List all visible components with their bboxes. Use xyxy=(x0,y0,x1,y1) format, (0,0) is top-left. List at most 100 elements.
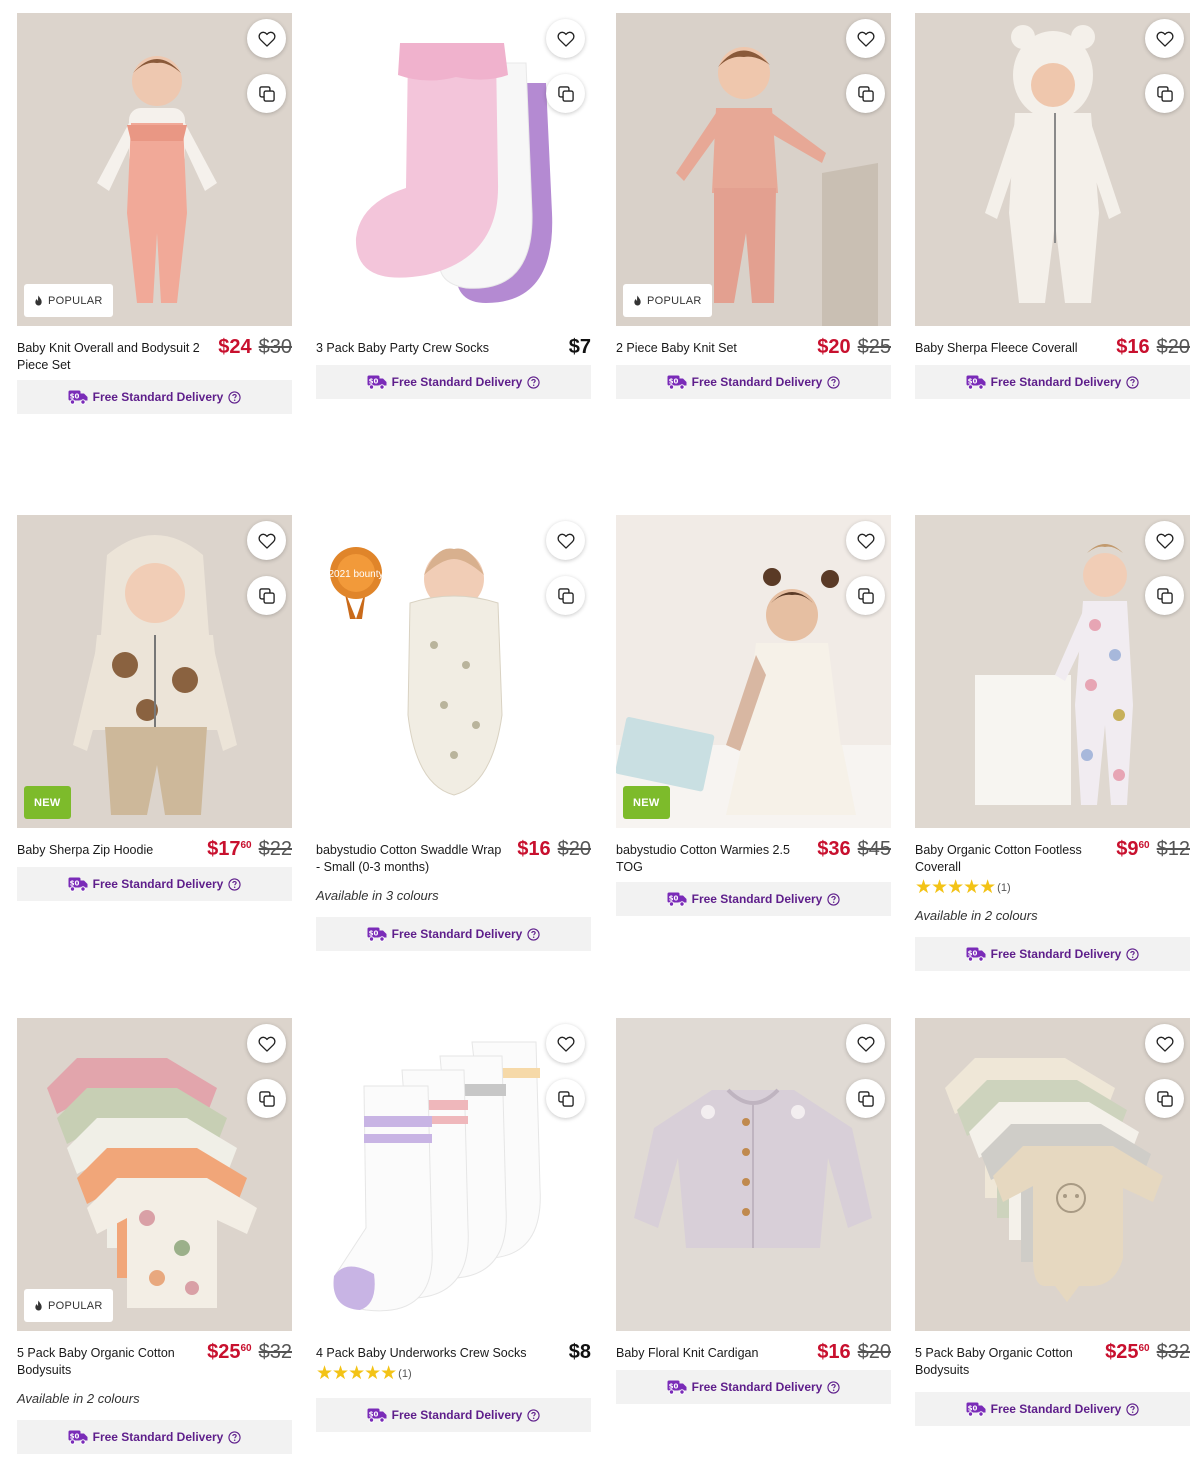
product-title[interactable]: 2 Piece Baby Knit Set xyxy=(616,340,804,357)
product-card[interactable]: Baby Floral Knit Cardigan $16 $20 Free S… xyxy=(616,1018,891,1404)
product-title[interactable]: 5 Pack Baby Organic Cotton Bodysuits xyxy=(915,1345,1103,1379)
product-card[interactable]: POPULAR Baby Knit Overall and Bodysuit 2… xyxy=(17,13,292,414)
free-delivery-banner[interactable]: Free Standard Delivery xyxy=(316,1398,591,1432)
help-icon[interactable] xyxy=(527,928,540,941)
free-delivery-banner[interactable]: Free Standard Delivery xyxy=(915,1392,1190,1426)
wishlist-button[interactable] xyxy=(846,521,885,560)
product-card[interactable]: POPULAR 5 Pack Baby Organic Cotton Bodys… xyxy=(17,1018,292,1454)
compare-button[interactable] xyxy=(546,576,585,615)
compare-icon xyxy=(856,84,876,104)
product-image[interactable]: POPULAR xyxy=(17,1018,292,1331)
delivery-truck-icon xyxy=(367,926,387,942)
wishlist-button[interactable] xyxy=(546,521,585,560)
compare-button[interactable] xyxy=(846,74,885,113)
help-icon[interactable] xyxy=(1126,948,1139,961)
product-title[interactable]: Baby Sherpa Zip Hoodie xyxy=(17,842,205,859)
product-card[interactable]: Baby Sherpa Fleece Coverall $16 $20 Free… xyxy=(915,13,1190,399)
compare-icon xyxy=(556,1089,576,1109)
popular-badge: POPULAR xyxy=(24,284,113,317)
product-title[interactable]: Baby Organic Cotton Footless Coverall xyxy=(915,842,1103,876)
wishlist-button[interactable] xyxy=(1145,1024,1184,1063)
wishlist-button[interactable] xyxy=(846,19,885,58)
compare-button[interactable] xyxy=(1145,576,1184,615)
product-image[interactable] xyxy=(316,13,591,326)
product-title[interactable]: 3 Pack Baby Party Crew Socks xyxy=(316,340,504,357)
wishlist-button[interactable] xyxy=(846,1024,885,1063)
product-image[interactable]: POPULAR xyxy=(616,13,891,326)
wishlist-button[interactable] xyxy=(247,1024,286,1063)
compare-button[interactable] xyxy=(546,74,585,113)
compare-icon xyxy=(556,586,576,606)
wishlist-button[interactable] xyxy=(1145,521,1184,560)
product-image[interactable] xyxy=(915,515,1190,828)
product-image[interactable]: POPULAR xyxy=(17,13,292,326)
help-icon[interactable] xyxy=(527,376,540,389)
free-delivery-banner[interactable]: Free Standard Delivery xyxy=(316,917,591,951)
compare-button[interactable] xyxy=(846,576,885,615)
product-image[interactable]: NEW xyxy=(616,515,891,828)
product-card[interactable]: NEW Baby Sherpa Zip Hoodie $17 60 $22 Fr… xyxy=(17,515,292,901)
product-title[interactable]: Baby Floral Knit Cardigan xyxy=(616,1345,804,1362)
product-title[interactable]: Baby Sherpa Fleece Coverall xyxy=(915,340,1103,357)
compare-button[interactable] xyxy=(247,74,286,113)
sale-price: $25 xyxy=(207,1341,241,1363)
product-title[interactable]: babystudio Cotton Swaddle Wrap - Small (… xyxy=(316,842,504,876)
help-icon[interactable] xyxy=(827,376,840,389)
product-card[interactable]: POPULAR 2 Piece Baby Knit Set $20 $25 Fr… xyxy=(616,13,891,399)
product-card[interactable]: 4 Pack Baby Underworks Crew Socks $8 ★★★… xyxy=(316,1018,591,1432)
compare-button[interactable] xyxy=(247,1079,286,1118)
product-image[interactable] xyxy=(915,1018,1190,1331)
compare-button[interactable] xyxy=(546,1079,585,1118)
help-icon[interactable] xyxy=(228,391,241,404)
product-title[interactable]: 5 Pack Baby Organic Cotton Bodysuits xyxy=(17,1345,205,1379)
flame-icon xyxy=(633,295,642,306)
product-card[interactable]: Baby Organic Cotton Footless Coverall $9… xyxy=(915,515,1190,971)
product-title[interactable]: 4 Pack Baby Underworks Crew Socks xyxy=(316,1345,546,1362)
product-rating[interactable]: ★★★★★ (1) xyxy=(915,878,1190,898)
help-icon[interactable] xyxy=(228,878,241,891)
wishlist-button[interactable] xyxy=(247,521,286,560)
help-icon[interactable] xyxy=(228,1431,241,1444)
help-icon[interactable] xyxy=(1126,376,1139,389)
new-badge: NEW xyxy=(623,786,670,819)
wishlist-button[interactable] xyxy=(247,19,286,58)
product-image[interactable] xyxy=(915,13,1190,326)
product-photo-neutral-bodysuits xyxy=(915,1018,1190,1331)
free-delivery-banner[interactable]: Free Standard Delivery xyxy=(915,937,1190,971)
free-delivery-banner[interactable]: Free Standard Delivery xyxy=(17,1420,292,1454)
wishlist-button[interactable] xyxy=(1145,19,1184,58)
compare-icon xyxy=(257,1089,277,1109)
help-icon[interactable] xyxy=(1126,1403,1139,1416)
compare-button[interactable] xyxy=(247,576,286,615)
product-image[interactable]: 2021 bounty xyxy=(316,515,591,828)
product-image[interactable]: NEW xyxy=(17,515,292,828)
product-title[interactable]: Baby Knit Overall and Bodysuit 2 Piece S… xyxy=(17,340,205,374)
heart-icon xyxy=(556,531,576,551)
compare-button[interactable] xyxy=(1145,74,1184,113)
product-card[interactable]: 5 Pack Baby Organic Cotton Bodysuits $25… xyxy=(915,1018,1190,1426)
delivery-label: Free Standard Delivery xyxy=(691,1380,823,1394)
was-price: $22 xyxy=(258,838,292,860)
was-price: $32 xyxy=(1156,1341,1190,1363)
free-delivery-banner[interactable]: Free Standard Delivery xyxy=(616,882,891,916)
popular-badge: POPULAR xyxy=(623,284,712,317)
delivery-truck-icon xyxy=(367,1407,387,1423)
delivery-truck-icon xyxy=(367,374,387,390)
product-price: $16 $20 xyxy=(517,838,591,861)
compare-button[interactable] xyxy=(1145,1079,1184,1118)
help-icon[interactable] xyxy=(827,893,840,906)
help-icon[interactable] xyxy=(827,1381,840,1394)
product-title[interactable]: babystudio Cotton Warmies 2.5 TOG xyxy=(616,842,804,876)
compare-button[interactable] xyxy=(846,1079,885,1118)
product-image[interactable] xyxy=(616,1018,891,1331)
wishlist-button[interactable] xyxy=(546,1024,585,1063)
product-card[interactable]: 3 Pack Baby Party Crew Socks $7 Free Sta… xyxy=(316,13,591,399)
free-delivery-banner[interactable]: Free Standard Delivery xyxy=(17,380,292,414)
was-price: $30 xyxy=(258,336,292,358)
product-card[interactable]: 2021 bounty babystudio Cotton Swaddle Wr… xyxy=(316,515,591,951)
help-icon[interactable] xyxy=(527,1409,540,1422)
product-rating[interactable]: ★★★★★ (1) xyxy=(316,1364,591,1384)
product-image[interactable] xyxy=(316,1018,591,1331)
wishlist-button[interactable] xyxy=(546,19,585,58)
product-card[interactable]: NEW babystudio Cotton Warmies 2.5 TOG $3… xyxy=(616,515,891,916)
